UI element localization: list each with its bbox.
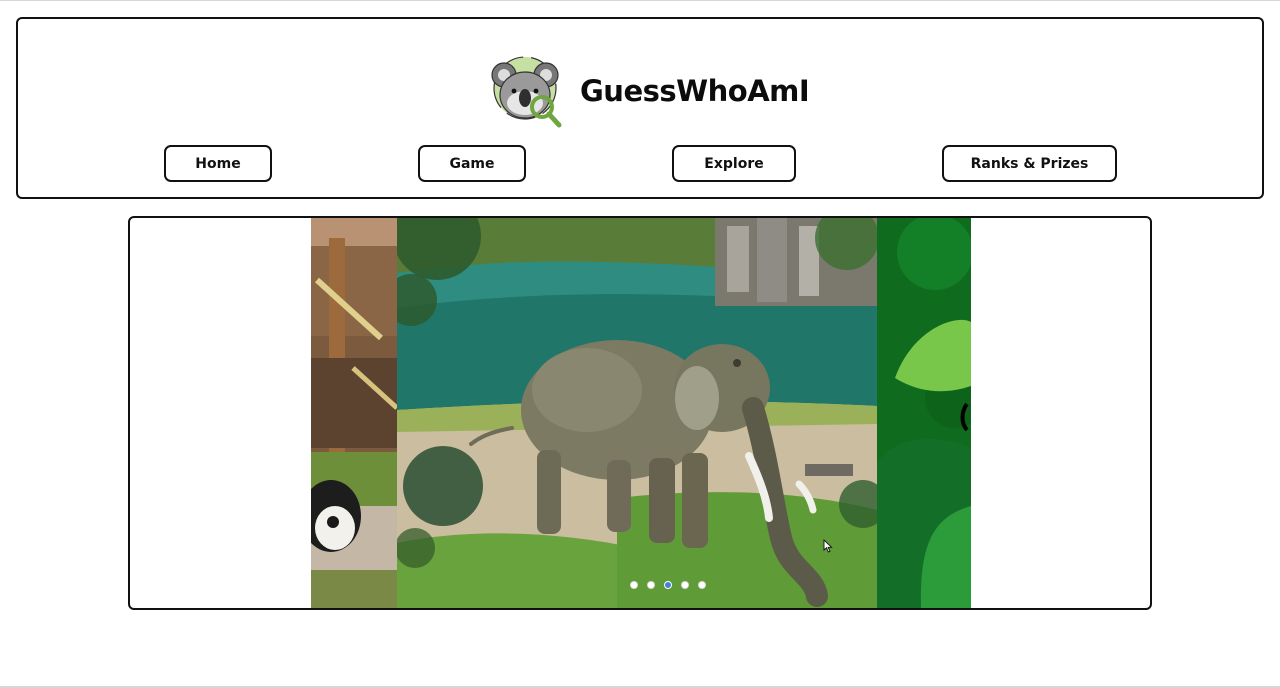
carousel-slide-panda[interactable] [311,218,397,608]
carousel-dot-1[interactable] [630,581,638,589]
carousel-slide-leaves[interactable] [877,218,971,608]
carousel-dot-2[interactable] [647,581,655,589]
nav-home-button[interactable]: Home [164,145,272,182]
elephant-slide-image [397,218,877,608]
mouse-pointer-icon [823,539,833,553]
page-top-border [0,0,1280,1]
site-title: GuessWhoAmI [580,74,810,108]
nav-explore-button[interactable]: Explore [672,145,796,182]
nav-ranks-prizes-button[interactable]: Ranks & Prizes [942,145,1117,182]
koala-magnifier-icon [491,56,562,128]
leaves-slide-image [877,218,971,608]
carousel-track [311,218,971,608]
carousel-dot-5[interactable] [698,581,706,589]
site-header: GuessWhoAmI Home Game Explore Ranks & Pr… [16,17,1264,199]
carousel-slide-elephant[interactable] [397,218,877,608]
carousel-indicators [630,581,706,589]
brand[interactable]: GuessWhoAmI [490,51,810,131]
panda-slide-image [311,218,397,608]
carousel-dot-4[interactable] [681,581,689,589]
image-carousel[interactable] [128,216,1152,610]
nav-game-button[interactable]: Game [418,145,526,182]
carousel-dot-3[interactable] [664,581,672,589]
